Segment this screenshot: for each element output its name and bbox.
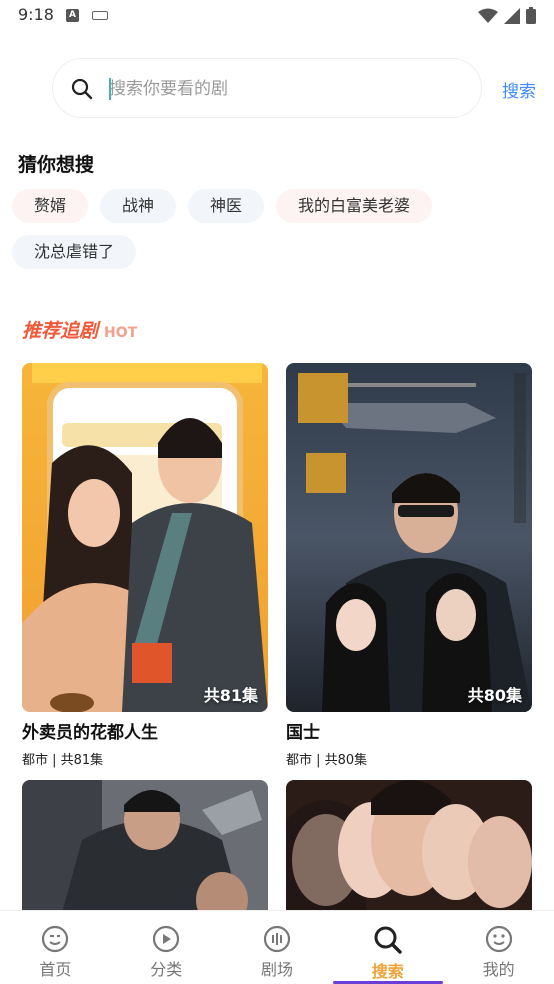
- suggestion-tag[interactable]: 战神: [100, 189, 177, 223]
- poster-image: [286, 780, 532, 913]
- status-right: [478, 7, 536, 24]
- search-button[interactable]: 搜索: [502, 77, 536, 102]
- nav-item-home[interactable]: 首页: [0, 911, 111, 984]
- episode-badge: 共81集: [203, 686, 258, 705]
- suggestion-tag[interactable]: 神医: [188, 189, 265, 223]
- search-icon: [71, 78, 93, 100]
- search-icon: [374, 926, 402, 954]
- drama-poster[interactable]: [22, 780, 268, 913]
- profile-face-icon: [485, 925, 512, 953]
- drama-card[interactable]: 共80集 国士 都市 | 共80集: [286, 363, 532, 768]
- drama-poster[interactable]: [286, 780, 532, 913]
- status-bar: 9:18 A: [0, 0, 554, 32]
- search-input[interactable]: [109, 74, 449, 104]
- nav-item-mine[interactable]: 我的: [443, 911, 554, 984]
- nav-label: 首页: [39, 960, 72, 979]
- nav-item-category[interactable]: 分类: [111, 911, 222, 984]
- drama-meta: 都市 | 共80集: [286, 753, 368, 768]
- drama-title[interactable]: 国士: [286, 718, 532, 743]
- bottom-nav: 首页 分类 剧场 搜索 我的: [0, 910, 554, 984]
- nav-item-search[interactable]: 搜索: [332, 911, 443, 984]
- nav-item-theater[interactable]: 剧场: [222, 911, 333, 984]
- keyboard-a-icon: A: [66, 9, 79, 22]
- theater-bars-icon: [263, 925, 291, 953]
- poster-image: [22, 780, 268, 913]
- recommend-heading: 推荐追剧 HOT: [22, 316, 137, 343]
- suggestion-tag[interactable]: 我的白富美老婆: [276, 189, 433, 223]
- keyboard-icon: [92, 11, 108, 20]
- drama-poster[interactable]: 共80集: [286, 363, 532, 712]
- suggestion-tag[interactable]: 赘婿: [12, 189, 89, 223]
- episode-badge: 共80集: [467, 686, 522, 705]
- home-face-icon: [42, 925, 69, 953]
- poster-image: [286, 363, 532, 712]
- drama-card[interactable]: [286, 780, 532, 913]
- drama-title[interactable]: 外卖员的花都人生: [22, 718, 268, 743]
- poster-image: [22, 363, 268, 712]
- suggestion-tag[interactable]: 沈总虐错了: [12, 235, 137, 269]
- nav-label: 搜索: [371, 962, 404, 981]
- wifi-icon: [478, 8, 498, 23]
- drama-poster[interactable]: 共81集: [22, 363, 268, 712]
- search-bar[interactable]: [52, 58, 482, 118]
- status-time: 9:18: [18, 5, 54, 24]
- drama-card[interactable]: 共81集 外卖员的花都人生 都市 | 共81集: [22, 363, 268, 768]
- suggestion-tags: 赘婿 战神 神医 我的白富美老婆 沈总虐错了: [12, 189, 542, 269]
- suggestions-title: 猜你想搜: [18, 154, 95, 176]
- signal-icon: [504, 7, 520, 24]
- battery-icon: [526, 7, 536, 24]
- nav-label: 分类: [150, 960, 183, 979]
- drama-meta: 都市 | 共81集: [22, 753, 104, 768]
- nav-label: 剧场: [260, 960, 293, 979]
- play-circle-icon: [153, 925, 180, 953]
- hot-label: HOT: [104, 325, 138, 341]
- nav-label: 我的: [482, 960, 515, 979]
- drama-card[interactable]: [22, 780, 268, 913]
- recommend-title: 推荐追剧: [22, 320, 99, 342]
